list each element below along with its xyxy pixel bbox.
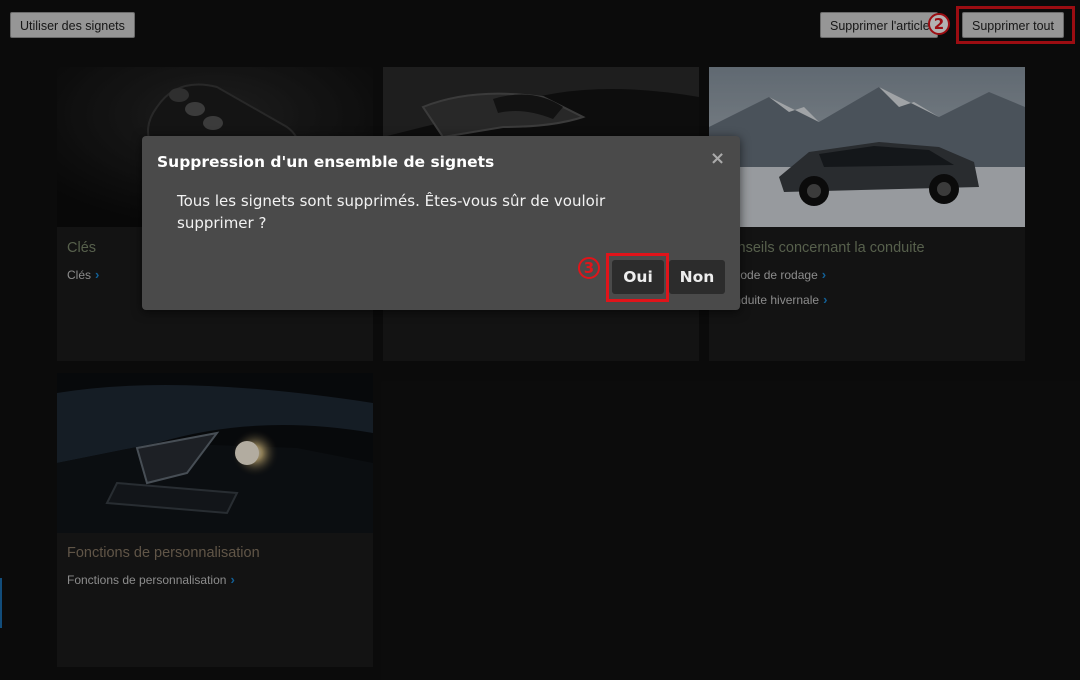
dialog-title: Suppression d'un ensemble de signets: [157, 153, 495, 171]
card-personalisation-link-1[interactable]: Fonctions de personnalisation ›: [67, 572, 235, 587]
step3-highlight: [606, 253, 669, 302]
card-keys-link-1[interactable]: Clés ›: [67, 267, 99, 282]
chevron-right-icon: ›: [230, 572, 235, 587]
card-personalisation-title: Fonctions de personnalisation: [67, 545, 260, 561]
card-personalisation-image: [57, 373, 373, 533]
card-driving-tips-title: Conseils concernant la conduite: [719, 240, 925, 256]
close-icon[interactable]: ×: [710, 148, 725, 169]
card-driving-tips[interactable]: Conseils concernant la conduite Période …: [709, 67, 1025, 361]
card-personalisation[interactable]: Fonctions de personnalisation Fonctions …: [57, 373, 373, 667]
no-button[interactable]: Non: [669, 260, 725, 294]
delete-article-button[interactable]: Supprimer l'article: [820, 12, 938, 38]
chevron-right-icon: ›: [823, 292, 828, 307]
step2-highlight: [956, 6, 1075, 44]
left-accent-bar: [0, 578, 2, 628]
card-keys-title: Clés: [67, 240, 97, 256]
step2-marker: 2: [928, 13, 950, 35]
step3-marker: 3: [578, 257, 600, 279]
use-bookmarks-button[interactable]: Utiliser des signets: [10, 12, 135, 38]
card-driving-tips-image: [709, 67, 1025, 227]
chevron-right-icon: ›: [821, 267, 827, 282]
dialog-message: Tous les signets sont supprimés. Êtes-vo…: [177, 192, 606, 232]
chevron-right-icon: ›: [95, 267, 100, 282]
